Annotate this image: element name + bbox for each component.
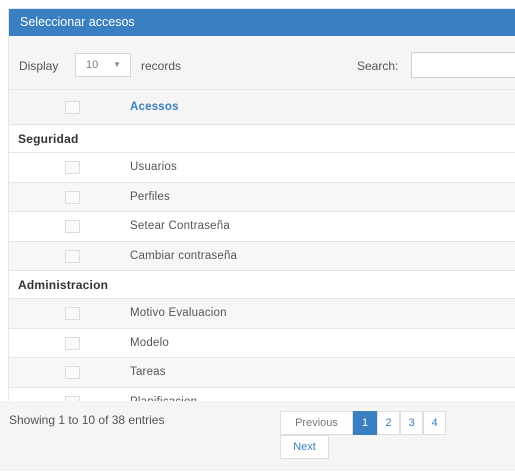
entries-info: Showing 1 to 10 of 38 entries xyxy=(9,413,165,427)
row-checkbox[interactable] xyxy=(65,366,80,379)
table-header-row: Acessos xyxy=(9,90,515,125)
page-2-button[interactable]: 2 xyxy=(377,411,400,435)
table-footer: Showing 1 to 10 of 38 entries Previous 1… xyxy=(0,401,515,471)
table-row: Perfiles xyxy=(9,182,515,212)
access-name: Tareas xyxy=(130,366,166,378)
group-label: Seguridad xyxy=(18,132,79,146)
table-toolbar: Display 10 ▼ records Search: xyxy=(9,36,515,90)
row-checkbox[interactable] xyxy=(65,190,80,204)
page-1-button[interactable]: 1 xyxy=(353,411,377,435)
row-checkbox[interactable] xyxy=(65,336,80,350)
access-name: Modelo xyxy=(130,336,169,349)
search-input[interactable] xyxy=(411,52,515,78)
chevron-down-icon: ▼ xyxy=(113,60,121,69)
access-name: Motivo Evaluacion xyxy=(130,307,227,319)
row-checkbox[interactable] xyxy=(65,307,80,320)
display-label: Display xyxy=(19,59,59,73)
search-label: Search: xyxy=(357,59,399,73)
table-row: Motivo Evaluacion xyxy=(9,299,515,329)
access-name: Cambiar contraseña xyxy=(130,249,238,262)
select-all-checkbox[interactable] xyxy=(65,101,80,114)
group-row-administracion: Administracion xyxy=(9,271,515,299)
table-row: Setear Contraseña xyxy=(9,212,515,242)
access-panel: Seleccionar accesos Display 10 ▼ records… xyxy=(8,8,515,443)
access-name: Usuarios xyxy=(130,161,177,173)
row-checkbox[interactable] xyxy=(65,249,80,263)
table-row: Usuarios xyxy=(9,153,515,183)
panel-title: Seleccionar accesos xyxy=(9,9,515,36)
row-checkbox[interactable] xyxy=(65,220,80,233)
page-length-value: 10 xyxy=(86,59,99,71)
access-name: Setear Contraseña xyxy=(130,220,230,232)
column-header-accesos[interactable]: Acessos xyxy=(130,101,179,113)
access-table: Acessos Seguridad Usuarios Perfiles Sete… xyxy=(9,90,515,417)
table-row: Tareas xyxy=(9,358,515,388)
page-3-button[interactable]: 3 xyxy=(400,411,423,435)
table-row: Cambiar contraseña xyxy=(9,241,515,271)
previous-button[interactable]: Previous xyxy=(280,411,353,435)
records-label: records xyxy=(141,59,182,73)
page-length-select[interactable]: 10 ▼ xyxy=(75,53,131,77)
access-name: Perfiles xyxy=(130,190,170,203)
table-row: Modelo xyxy=(9,328,515,358)
page-4-button[interactable]: 4 xyxy=(423,411,446,435)
group-label: Administracion xyxy=(18,278,109,292)
next-button[interactable]: Next xyxy=(280,435,329,459)
row-checkbox[interactable] xyxy=(65,161,80,174)
group-row-seguridad: Seguridad xyxy=(9,125,515,153)
